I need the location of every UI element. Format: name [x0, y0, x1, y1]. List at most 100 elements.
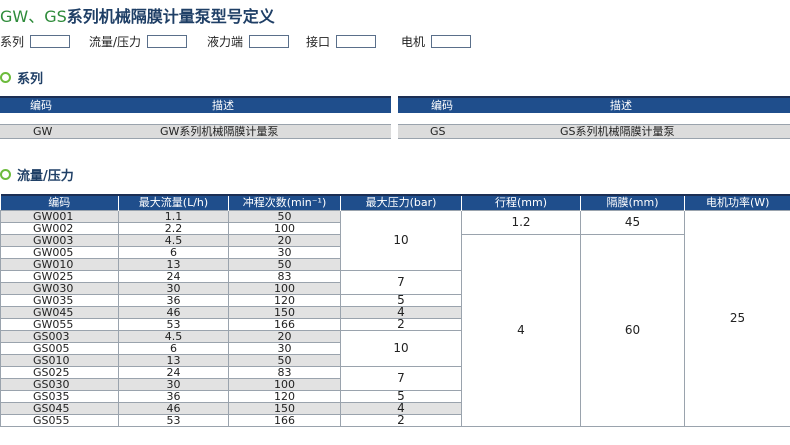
hydraulic-end-field-label: 液力端 [207, 35, 244, 49]
strokes-cell: 50 [228, 258, 341, 271]
code-cell: GW030 [0, 282, 119, 295]
code-cell: GS005 [0, 342, 119, 355]
col-header-motor-power: 电机功率(W) [684, 194, 790, 211]
title-prefix: GW、GS [0, 7, 67, 26]
connection-field-label: 接口 [306, 35, 331, 49]
table-header-row: 编码 最大流量(L/h) 冲程次数(min⁻¹) 最大压力(bar) 行程(mm… [0, 194, 790, 211]
pressure-cell: 10 [340, 210, 462, 271]
connection-input-box[interactable] [336, 35, 377, 48]
connection-field: 接口 [306, 33, 377, 50]
hydraulic-end-input-box[interactable] [249, 35, 290, 48]
strokes-cell: 150 [228, 306, 341, 319]
series-row-gs: GS GS系列机械隔膜计量泵 [398, 124, 790, 139]
flow-section-title: 流量/压力 [17, 169, 74, 184]
flow-cell: 2.2 [118, 222, 229, 235]
code-cell: GW010 [0, 258, 119, 271]
series-right-code-header: 编码 [431, 99, 453, 112]
flow-cell: 24 [118, 366, 229, 379]
code-cell: GW002 [0, 222, 119, 235]
series-left-code-header: 编码 [30, 99, 52, 112]
strokes-cell: 30 [228, 246, 341, 259]
flow-cell: 6 [118, 342, 229, 355]
motor-field: 电机 [401, 33, 472, 50]
strokes-cell: 100 [228, 222, 341, 235]
code-cell: GS010 [0, 354, 119, 367]
code-cell: GS035 [0, 390, 119, 403]
pressure-cell: 7 [340, 366, 462, 391]
bullet-icon [0, 169, 11, 180]
motor-input-box[interactable] [431, 35, 472, 48]
code-cell: GS030 [0, 378, 119, 391]
page-title: GW、GS系列机械隔膜计量泵型号定义 [0, 3, 275, 27]
code-cell: GW005 [0, 246, 119, 259]
diaphragm-cell: 45 [580, 210, 685, 235]
strokes-cell: 166 [228, 414, 341, 427]
strokes-cell: 120 [228, 294, 341, 307]
code-cell: GW045 [0, 306, 119, 319]
col-header-code: 编码 [0, 194, 119, 211]
pressure-cell: 2 [340, 414, 462, 427]
series-row-gw: GW GW系列机械隔膜计量泵 [0, 124, 391, 139]
bullet-icon [0, 72, 11, 83]
flow-cell: 36 [118, 294, 229, 307]
flow-cell: 53 [118, 318, 229, 331]
strokes-cell: 100 [228, 378, 341, 391]
model-definition-fields: 系列 流量/压力 液力端 接口 电机 [0, 33, 790, 49]
series-section-heading: 系列 [0, 68, 43, 87]
flow-cell: 6 [118, 246, 229, 259]
strokes-cell: 100 [228, 282, 341, 295]
flow-pressure-table: 编码 最大流量(L/h) 冲程次数(min⁻¹) 最大压力(bar) 行程(mm… [0, 194, 790, 427]
series-input-box[interactable] [30, 35, 71, 48]
code-cell: GW035 [0, 294, 119, 307]
stroke-length-cell: 1.2 [461, 210, 581, 235]
col-header-max-pressure: 最大压力(bar) [340, 194, 462, 211]
strokes-cell: 20 [228, 330, 341, 343]
flow-pressure-input-box[interactable] [147, 35, 188, 48]
series-table-right-header: 编码 描述 [398, 96, 790, 113]
strokes-cell: 150 [228, 402, 341, 415]
strokes-cell: 50 [228, 210, 341, 223]
flow-cell: 13 [118, 258, 229, 271]
series-right-desc-header: 描述 [610, 99, 632, 112]
flow-section-heading: 流量/压力 [0, 165, 74, 184]
hydraulic-end-field: 液力端 [207, 33, 290, 50]
col-header-max-flow: 最大流量(L/h) [118, 194, 229, 211]
strokes-cell: 120 [228, 390, 341, 403]
series-gs-desc: GS系列机械隔膜计量泵 [560, 125, 675, 138]
code-cell: GS003 [0, 330, 119, 343]
strokes-cell: 20 [228, 234, 341, 247]
col-header-stroke-length: 行程(mm) [461, 194, 581, 211]
flow-cell: 46 [118, 306, 229, 319]
pressure-cell: 7 [340, 270, 462, 295]
flow-pressure-field: 流量/压力 [89, 33, 188, 50]
strokes-cell: 30 [228, 342, 341, 355]
flow-cell: 1.1 [118, 210, 229, 223]
code-cell: GW025 [0, 270, 119, 283]
series-gs-code: GS [430, 125, 446, 138]
pressure-cell: 10 [340, 330, 462, 367]
flow-cell: 4.5 [118, 330, 229, 343]
col-header-diaphragm: 隔膜(mm) [580, 194, 685, 211]
code-cell: GW001 [0, 210, 119, 223]
series-left-desc-header: 描述 [212, 99, 234, 112]
code-cell: GS055 [0, 414, 119, 427]
flow-cell: 24 [118, 270, 229, 283]
series-field: 系列 [0, 33, 71, 50]
flow-cell: 4.5 [118, 234, 229, 247]
series-gw-code: GW [33, 125, 53, 138]
code-cell: GS045 [0, 402, 119, 415]
table-row: GW001 1.1 50 10 1.2 45 25 [0, 210, 790, 427]
strokes-cell: 83 [228, 270, 341, 283]
flow-cell: 30 [118, 282, 229, 295]
stroke-length-cell: 4 [461, 234, 581, 427]
strokes-cell: 166 [228, 318, 341, 331]
flow-cell: 53 [118, 414, 229, 427]
flow-pressure-field-label: 流量/压力 [89, 35, 142, 49]
series-field-label: 系列 [0, 35, 25, 49]
series-table-left-header: 编码 描述 [0, 96, 391, 113]
series-section-title: 系列 [17, 72, 44, 87]
code-cell: GW003 [0, 234, 119, 247]
flow-cell: 13 [118, 354, 229, 367]
motor-field-label: 电机 [401, 35, 426, 49]
diaphragm-cell: 60 [580, 234, 685, 427]
